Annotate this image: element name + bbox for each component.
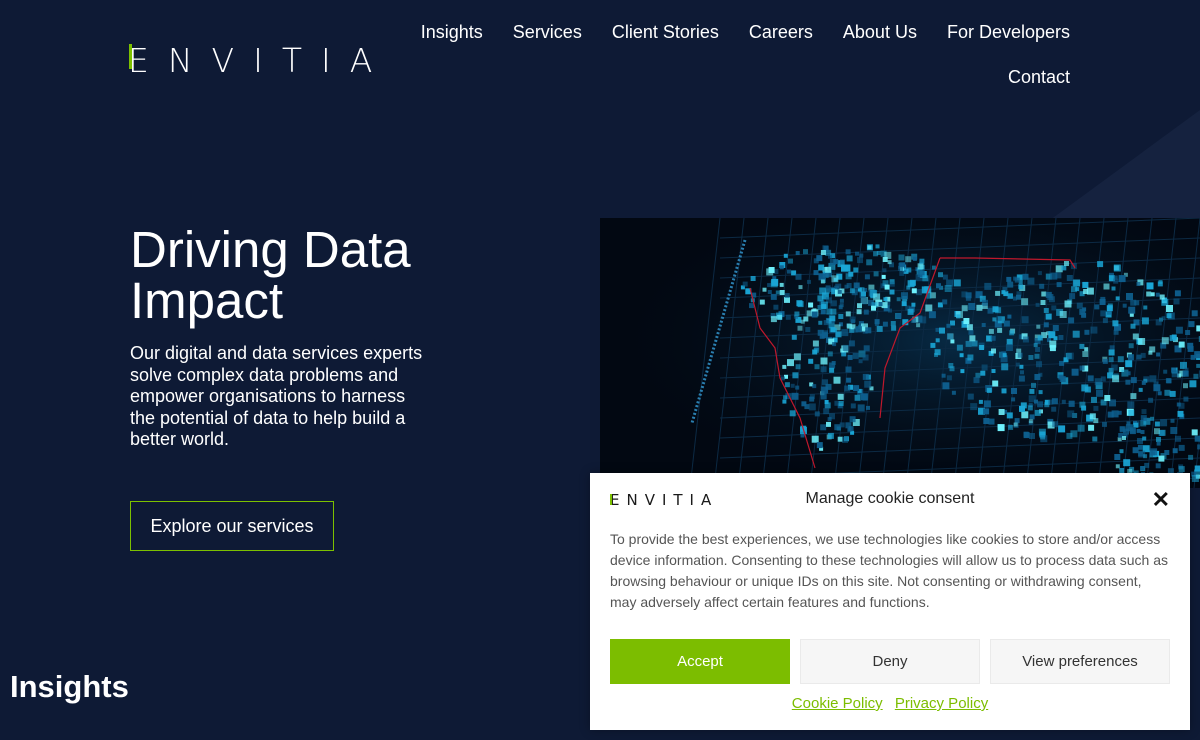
cookie-policy-links: Cookie Policy Privacy Policy (590, 695, 1190, 712)
main-navigation: Insights Services Client Stories Careers… (400, 22, 1070, 88)
site-logo[interactable]: ENVITIA (128, 41, 391, 80)
accept-button[interactable]: Accept (610, 639, 790, 684)
nav-item-contact[interactable]: Contact (1008, 67, 1070, 88)
cookie-policy-link[interactable]: Cookie Policy (792, 695, 883, 712)
close-icon[interactable]: ✕ (1152, 487, 1170, 513)
nav-item-services[interactable]: Services (513, 22, 582, 43)
cookie-consent-dialog: ENVITIA Manage cookie consent ✕ To provi… (590, 473, 1190, 730)
cookie-dialog-text: To provide the best experiences, we use … (610, 531, 1168, 610)
nav-item-client-stories[interactable]: Client Stories (612, 22, 719, 43)
background-decoration (1050, 110, 1200, 220)
cookie-dialog-title: Manage cookie consent (805, 490, 975, 507)
hero-description: Our digital and data services experts so… (130, 343, 423, 449)
view-preferences-button[interactable]: View preferences (990, 639, 1170, 684)
hero-title: Driving Data Impact (130, 221, 411, 329)
nav-item-careers[interactable]: Careers (749, 22, 813, 43)
deny-button[interactable]: Deny (800, 639, 980, 684)
insights-section-title: Insights (10, 669, 129, 704)
world-map-data-grid-image (600, 218, 1200, 488)
cookie-buttons: Accept Deny View preferences (610, 639, 1170, 684)
explore-services-button[interactable]: Explore our services (130, 501, 334, 551)
nav-item-for-developers[interactable]: For Developers (947, 22, 1070, 43)
privacy-policy-link[interactable]: Privacy Policy (895, 695, 988, 712)
nav-item-insights[interactable]: Insights (421, 22, 483, 43)
nav-item-about-us[interactable]: About Us (843, 22, 917, 43)
